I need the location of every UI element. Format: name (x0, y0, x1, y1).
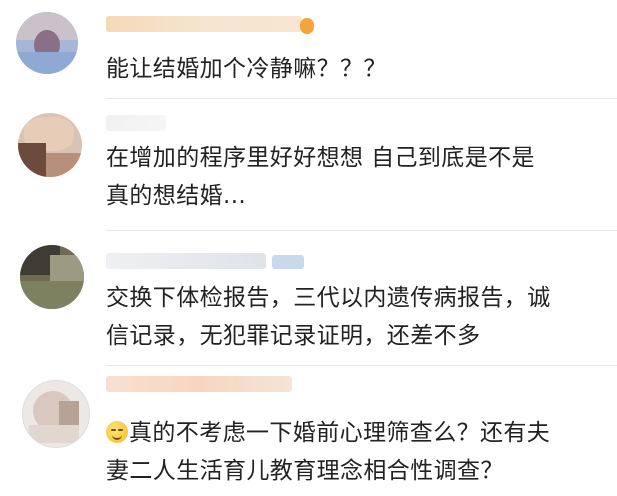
comment-text: 真的不考虑一下婚前心理筛查么？还有夫 妻二人生活育儿教育理念相合性调查？ (106, 414, 550, 490)
username-blurred[interactable] (106, 16, 302, 32)
comment-line: 真的不考虑一下婚前心理筛查么？还有夫 (106, 414, 550, 452)
comment-item: 在增加的程序里好好想想 自己到底是不是 真的想结婚... (0, 99, 617, 231)
grin-sweat-emoji-icon (106, 421, 128, 443)
level-badge-icon (300, 18, 314, 34)
comment-line: 能让结婚加个冷静嘛？？？ (106, 56, 387, 82)
comment-list: 能让结婚加个冷静嘛？？？ 在增加的程序里好好想想 自己到底是不是 真的想结婚..… (0, 0, 617, 496)
comment-line-text: 真的不考虑一下婚前心理筛查么？还有夫 (129, 420, 551, 446)
comment-text: 能让结婚加个冷静嘛？？？ (106, 50, 387, 88)
comment-item: 交换下体检报告，三代以内遗传病报告，诚 信记录，无犯罪记录证明，还差不多 (0, 231, 617, 366)
avatar[interactable] (16, 12, 78, 74)
comment-item: 能让结婚加个冷静嘛？？？ (0, 0, 617, 99)
comment-text: 在增加的程序里好好想想 自己到底是不是 真的想结婚... (106, 139, 535, 215)
comment-line: 妻二人生活育儿教育理念相合性调查？ (106, 458, 504, 484)
comment-line: 信记录，无犯罪记录证明，还差不多 (106, 323, 481, 349)
username-blurred[interactable] (106, 376, 292, 392)
username-blurred[interactable] (106, 253, 266, 269)
comment-line: 在增加的程序里好好想想 自己到底是不是 (106, 145, 535, 171)
comment-line: 交换下体检报告，三代以内遗传病报告，诚 (106, 285, 551, 311)
comment-line: 真的想结婚... (106, 183, 247, 209)
avatar[interactable] (20, 245, 84, 309)
avatar[interactable] (18, 113, 82, 177)
username-blurred[interactable] (106, 115, 166, 131)
comment-text: 交换下体检报告，三代以内遗传病报告，诚 信记录，无犯罪记录证明，还差不多 (106, 279, 551, 355)
comment-item: 真的不考虑一下婚前心理筛查么？还有夫 妻二人生活育儿教育理念相合性调查？ (0, 366, 617, 496)
avatar[interactable] (22, 380, 90, 448)
vip-tag-icon (272, 255, 304, 269)
